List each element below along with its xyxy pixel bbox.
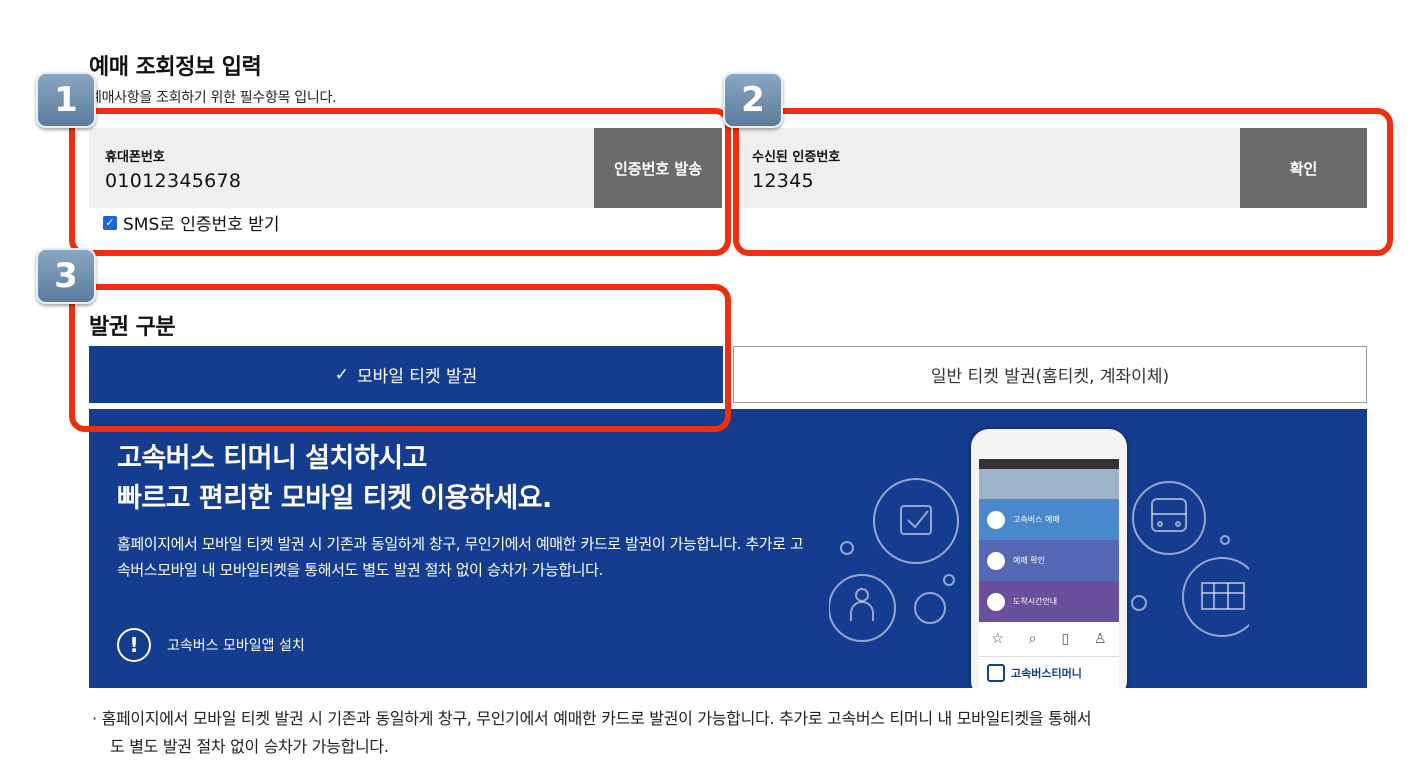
section-subtitle: 예매사항을 조회하기 위한 필수항목 입니다. (89, 90, 337, 106)
tab-mobile-ticket[interactable]: ✓ 모바일 티켓 발권 (89, 346, 723, 403)
phone-menu-label: 도착시간안내 (1013, 597, 1058, 606)
phone-status-bar (979, 459, 1119, 469)
phone-menu-item: 고속버스 예매 (979, 499, 1119, 540)
auth-code-field[interactable]: 수신된 인증번호 12345 (736, 128, 1240, 208)
phone-header (979, 469, 1119, 499)
footnote-line2: 도 별도 발권 절차 없이 승차가 가능합니다. (110, 737, 389, 756)
install-app-link[interactable]: ! 고속버스 모바일앱 설치 (117, 628, 305, 662)
step-badge-1: 1 (36, 72, 96, 128)
phone-app-bar: 고속버스티머니 (979, 656, 1119, 688)
tab-mobile-label: 모바일 티켓 발권 (356, 367, 478, 387)
sms-checkbox[interactable]: ✓ (103, 215, 117, 230)
banner-headline: 고속버스 티머니 설치하시고 빠르고 편리한 모바일 티켓 이용하세요. (117, 439, 552, 519)
check-icon: ✓ (334, 364, 349, 385)
banner-headline-line2: 빠르고 편리한 모바일 티켓 이용하세요. (117, 483, 552, 514)
phone-field[interactable]: 휴대폰번호 01012345678 (89, 128, 594, 208)
phone-label: 휴대폰번호 (105, 150, 165, 165)
phone-input[interactable]: 01012345678 (105, 170, 241, 192)
book-icon: ▯ (1061, 631, 1070, 647)
phone-app-name: 고속버스티머니 (1011, 666, 1082, 680)
section-title: 예매 조회정보 입력 (89, 55, 262, 80)
step-badge-2: 2 (723, 72, 783, 128)
bus-icon (987, 663, 1005, 682)
banner-headline-line1: 고속버스 티머니 설치하시고 (117, 443, 427, 474)
issue-title: 발권 구분 (89, 315, 176, 340)
bus-icon (987, 510, 1005, 529)
banner-body: 홈페이지에서 모바일 티켓 발권 시 기존과 동일하게 창구, 무인기에서 예매… (117, 535, 804, 579)
phone-menu-label: 고속버스 예매 (1013, 515, 1060, 524)
auth-code-label: 수신된 인증번호 (752, 150, 841, 165)
phone-menu-label: 예매 확인 (1013, 556, 1045, 565)
mobile-app-banner: 고속버스 티머니 설치하시고 빠르고 편리한 모바일 티켓 이용하세요. 홈페이… (89, 409, 1367, 688)
tab-general-label: 일반 티켓 발권(홈티켓, 계좌이체) (930, 367, 1170, 387)
phone-screen: 고속버스 예매 예매 확인 도착시간안내 ☆ ⌕ ▯ ♙ 고속버스티머니 (979, 459, 1119, 688)
tab-general-ticket[interactable]: 일반 티켓 발권(홈티켓, 계좌이체) (733, 346, 1367, 403)
send-code-button[interactable]: 인증번호 발송 (594, 128, 722, 208)
phone-menu-item: 도착시간안내 (979, 581, 1119, 622)
footnote: · 홈페이지에서 모바일 티켓 발권 시 기존과 동일하게 창구, 무인기에서 … (92, 705, 1382, 761)
phone-menu-item: 예매 확인 (979, 540, 1119, 581)
star-icon: ☆ (991, 631, 1004, 647)
confirm-button[interactable]: 확인 (1240, 128, 1367, 208)
phone-mockup: 고속버스 예매 예매 확인 도착시간안내 ☆ ⌕ ▯ ♙ 고속버스티머니 (971, 429, 1127, 688)
person-icon: ♙ (1094, 631, 1107, 647)
step-badge-3: 3 (36, 248, 96, 304)
sms-checkbox-label: SMS로 인증번호 받기 (123, 215, 280, 235)
install-app-label: 고속버스 모바일앱 설치 (167, 638, 305, 654)
search-icon: ⌕ (1028, 631, 1037, 647)
check-icon (987, 551, 1005, 570)
auth-code-input[interactable]: 12345 (752, 170, 814, 192)
clock-icon (987, 592, 1005, 611)
exclamation-icon: ! (117, 628, 151, 662)
sms-checkbox-row[interactable]: ✓ SMS로 인증번호 받기 (103, 210, 280, 235)
footnote-line1: · 홈페이지에서 모바일 티켓 발권 시 기존과 동일하게 창구, 무인기에서 … (92, 709, 1092, 728)
phone-toolbar: ☆ ⌕ ▯ ♙ (979, 622, 1119, 656)
